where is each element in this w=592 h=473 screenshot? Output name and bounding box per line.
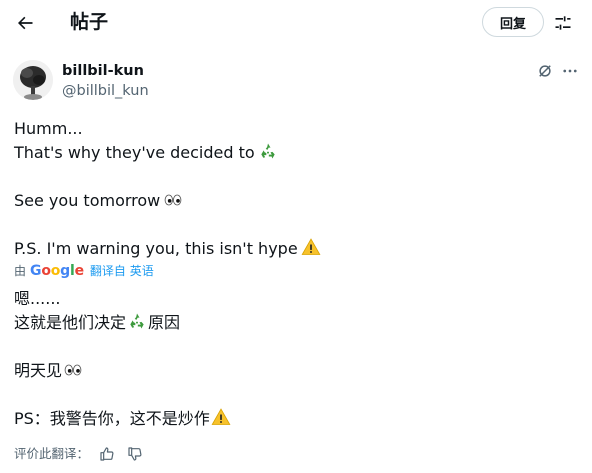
author-handle[interactable]: @billbil_kun: [62, 81, 149, 101]
translated-by-google: 由 Google 翻译自 英语: [14, 262, 154, 280]
author-display-name[interactable]: billbil-kun: [62, 61, 144, 81]
back-button[interactable]: [8, 6, 42, 40]
thumbs-up-icon: [100, 447, 114, 461]
filter-button[interactable]: [548, 8, 578, 38]
rate-translation-bar: 评价此翻译：: [14, 444, 145, 464]
tweet-line-2: That's why they've decided to: [14, 141, 278, 168]
grok-icon: [539, 65, 551, 77]
google-logo: Google: [30, 263, 84, 279]
translated-line-3: 明天见: [14, 359, 83, 386]
tweet-line-4: P.S. I'm warning you, this isn't hype: [14, 237, 321, 264]
filter-sliders-icon: [555, 16, 571, 30]
translated-line-2: 这就是他们决定 原因: [14, 311, 180, 338]
grok-button[interactable]: [535, 61, 555, 81]
tweet-line-1: Humm...: [14, 119, 83, 138]
thumbs-up-button[interactable]: [97, 444, 117, 464]
thumbs-down-button[interactable]: [125, 444, 145, 464]
recycle-icon: [127, 311, 147, 338]
tweet-line-3: See you tomorrow: [14, 189, 183, 216]
warning-icon: [211, 407, 231, 434]
avatar[interactable]: [13, 60, 53, 100]
translated-line-1: 嗯......: [14, 289, 61, 308]
translated-from-link[interactable]: 翻译自 英语: [90, 262, 154, 280]
back-arrow-icon: [18, 16, 33, 30]
top-bar: 帖子 回复: [0, 0, 592, 46]
page-title: 帖子: [70, 11, 109, 33]
thumbs-down-icon: [128, 447, 142, 461]
warning-icon: [301, 237, 321, 264]
more-options-button[interactable]: [559, 61, 581, 81]
more-dots-icon: [563, 69, 577, 73]
translated-line-4: PS：我警告你，这不是炒作: [14, 407, 231, 434]
recycle-icon: [258, 141, 278, 168]
reply-button[interactable]: 回复: [482, 7, 544, 37]
eyes-icon: [63, 361, 83, 386]
rate-translation-prompt: 评价此翻译：: [14, 446, 90, 461]
eyes-icon: [163, 191, 183, 216]
